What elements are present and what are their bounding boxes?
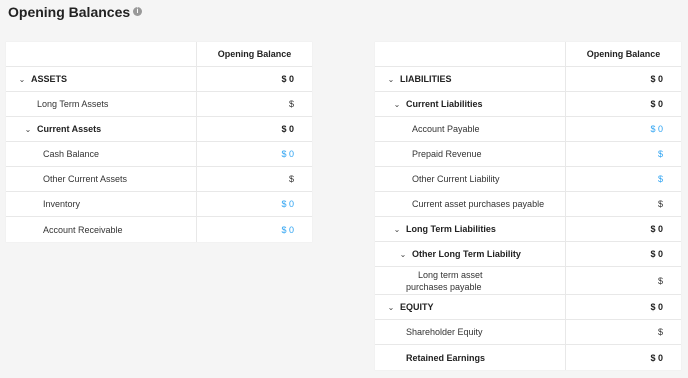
row-label: Other Long Term Liability	[412, 249, 521, 259]
row-value-link[interactable]: $ 0	[566, 117, 681, 141]
row-value: $ 0	[650, 224, 663, 234]
row-label: Inventory	[43, 199, 81, 209]
row-value: $ 0	[650, 99, 663, 109]
row-label: Current asset purchases payable	[412, 199, 545, 209]
row-current-asset-purchases-payable: Current asset purchases payable $	[375, 192, 681, 217]
column-header-opening-balance: Opening Balance	[217, 49, 292, 59]
row-inventory: Inventory $ 0	[6, 192, 312, 217]
row-label: ASSETS	[31, 74, 68, 84]
row-value: $ 0	[650, 352, 663, 363]
row-value-input[interactable]: $	[197, 92, 312, 116]
row-equity[interactable]: ⌄ EQUITY $ 0	[375, 295, 681, 320]
row-assets[interactable]: ⌄ ASSETS $ 0	[6, 67, 312, 92]
row-label: Cash Balance	[43, 149, 100, 159]
row-value: $ 0	[650, 74, 663, 84]
liabilities-table: Opening Balance ⌄ LIABILITIES $ 0 ⌄ Curr…	[375, 42, 681, 370]
row-label: Account Payable	[412, 124, 480, 134]
assets-table: Opening Balance ⌄ ASSETS $ 0 Long Term A…	[6, 42, 312, 242]
row-current-assets[interactable]: ⌄ Current Assets $ 0	[6, 117, 312, 142]
row-label: Other Current Liability	[412, 174, 500, 184]
row-long-term-liabilities[interactable]: ⌄ Long Term Liabilities $ 0	[375, 217, 681, 242]
row-retained-earnings: Retained Earnings $ 0	[375, 345, 681, 370]
row-value-link[interactable]: $ 0	[197, 217, 312, 242]
row-label: Current Liabilities	[406, 99, 483, 109]
row-account-receivable: Account Receivable $ 0	[6, 217, 312, 242]
chevron-down-icon[interactable]: ⌄	[398, 250, 408, 259]
row-label: Current Assets	[37, 124, 102, 134]
row-label: LIABILITIES	[400, 74, 452, 84]
row-other-current-assets: Other Current Assets $	[6, 167, 312, 192]
row-shareholder-equity: Shareholder Equity $	[375, 320, 681, 345]
chevron-down-icon[interactable]: ⌄	[17, 75, 27, 84]
row-value-input[interactable]: $	[566, 192, 681, 216]
chevron-down-icon[interactable]: ⌄	[23, 125, 33, 134]
chevron-down-icon[interactable]: ⌄	[386, 303, 396, 312]
chevron-down-icon[interactable]: ⌄	[392, 225, 402, 234]
row-prepaid-revenue: Prepaid Revenue $	[375, 142, 681, 167]
row-current-liabilities[interactable]: ⌄ Current Liabilities $ 0	[375, 92, 681, 117]
row-value-link[interactable]: $ 0	[197, 142, 312, 166]
chevron-down-icon[interactable]: ⌄	[386, 75, 396, 84]
row-account-payable: Account Payable $ 0	[375, 117, 681, 142]
page-title: Opening Balances	[8, 4, 131, 20]
row-value-input[interactable]: $	[566, 267, 681, 294]
table-header: Opening Balance	[375, 42, 681, 67]
row-cash-balance: Cash Balance $ 0	[6, 142, 312, 167]
chevron-down-icon[interactable]: ⌄	[392, 100, 402, 109]
row-long-term-assets: Long Term Assets $	[6, 92, 312, 117]
row-value-input[interactable]: $	[566, 320, 681, 344]
row-label: Account Receivable	[43, 224, 123, 235]
row-value: $ 0	[281, 124, 294, 134]
row-value: $ 0	[650, 249, 663, 259]
row-label: Shareholder Equity	[406, 327, 483, 337]
row-label: Long term asset purchases payable	[406, 269, 483, 292]
row-label: Long Term Liabilities	[406, 224, 496, 234]
row-other-long-term-liability[interactable]: ⌄ Other Long Term Liability $ 0	[375, 242, 681, 267]
row-label: Other Current Assets	[43, 174, 128, 184]
row-label: Long Term Assets	[37, 99, 109, 109]
row-value-link[interactable]: $ 0	[197, 192, 312, 216]
row-value-link[interactable]: $	[566, 167, 681, 191]
row-label: Retained Earnings	[406, 352, 486, 363]
row-value-input[interactable]: $	[197, 167, 312, 191]
row-liabilities[interactable]: ⌄ LIABILITIES $ 0	[375, 67, 681, 92]
row-other-current-liability: Other Current Liability $	[375, 167, 681, 192]
row-long-term-asset-purchases-payable: Long term asset purchases payable $	[375, 267, 681, 295]
row-value: $ 0	[650, 302, 663, 312]
row-label: EQUITY	[400, 302, 434, 312]
column-header-opening-balance: Opening Balance	[586, 49, 661, 59]
row-value-link[interactable]: $	[566, 142, 681, 166]
table-header: Opening Balance	[6, 42, 312, 67]
row-label: Prepaid Revenue	[412, 149, 482, 159]
row-value: $ 0	[281, 74, 294, 84]
info-icon[interactable]: i	[133, 7, 142, 16]
